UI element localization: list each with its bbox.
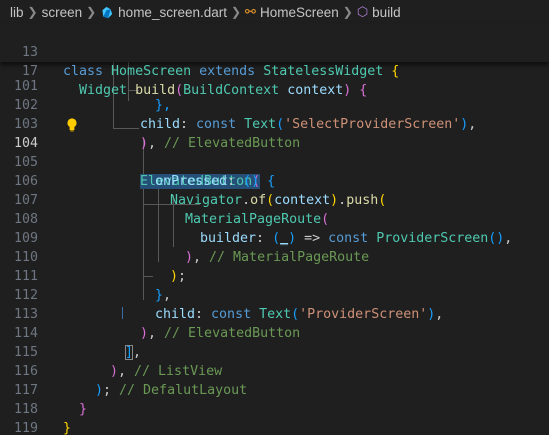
sticky-line[interactable]: 13 class HomeScreen extends StatelessWid… xyxy=(0,24,549,79)
breadcrumb: lib ❯ screen ❯ home_screen.dart ❯ ⚯ Home… xyxy=(0,0,549,24)
code-line[interactable]: 118 } xyxy=(0,381,549,435)
code-line[interactable]: 111 }, xyxy=(0,248,549,303)
code-text: Widget build(BuildContext context) { xyxy=(79,83,368,98)
chevron-right-icon: ❯ xyxy=(27,5,38,19)
code-line[interactable]: 108 builder: (_) => const ProviderScreen… xyxy=(0,191,549,246)
code-line[interactable]: 106 Navigator.of(context).push( xyxy=(0,153,549,208)
sticky-line[interactable]: 17 Widget build(BuildContext context) { xyxy=(0,43,549,98)
breadcrumb-item-file[interactable]: home_screen.dart xyxy=(118,5,227,20)
code-line[interactable]: 117 } xyxy=(0,362,549,417)
line-number: 17 xyxy=(21,64,38,79)
code-line[interactable]: 109 ), // MaterialPageRoute xyxy=(0,210,549,265)
breadcrumb-item-lib[interactable]: lib xyxy=(10,5,24,20)
chevron-right-icon: ❯ xyxy=(230,5,242,19)
line-number: 119 xyxy=(13,421,38,435)
lightbulb-icon[interactable] xyxy=(65,117,79,132)
code-text: class HomeScreen extends StatelessWidget… xyxy=(63,64,400,79)
code-line[interactable]: 114 ], xyxy=(0,305,549,360)
dart-file-icon xyxy=(102,6,113,18)
chevron-right-icon: ❯ xyxy=(342,5,353,19)
sticky-scroll-header[interactable]: 13 class HomeScreen extends StatelessWid… xyxy=(0,24,549,98)
code-editor[interactable]: 101 }, 102 child: const Text('SelectProv… xyxy=(0,62,549,435)
breadcrumb-item-method[interactable]: build xyxy=(372,5,401,20)
code-line[interactable]: 113 ), // ElevatedButton xyxy=(0,286,549,341)
code-line[interactable]: 116 ); // DefalutLayout xyxy=(0,343,549,398)
code-line[interactable]: 119 xyxy=(0,400,549,435)
code-line[interactable]: 112 child: const Text('ProviderScreen'), xyxy=(0,267,549,322)
method-symbol-icon: ⬡ xyxy=(356,4,369,19)
chevron-right-icon: ❯ xyxy=(86,5,97,19)
code-line[interactable]: 110 ); xyxy=(0,229,549,284)
code-line[interactable]: 104 ElevatedButton( xyxy=(0,115,549,189)
breadcrumb-item-class[interactable]: HomeScreen xyxy=(260,5,339,20)
code-line[interactable]: 115 ), // ListView xyxy=(0,324,549,379)
code-line[interactable]: 107 MaterialPageRoute( xyxy=(0,172,549,227)
breadcrumb-item-screen[interactable]: screen xyxy=(42,5,83,20)
class-symbol-icon: ⚯ xyxy=(245,4,256,19)
code-line[interactable]: 105 onPressed: () { xyxy=(0,134,549,189)
